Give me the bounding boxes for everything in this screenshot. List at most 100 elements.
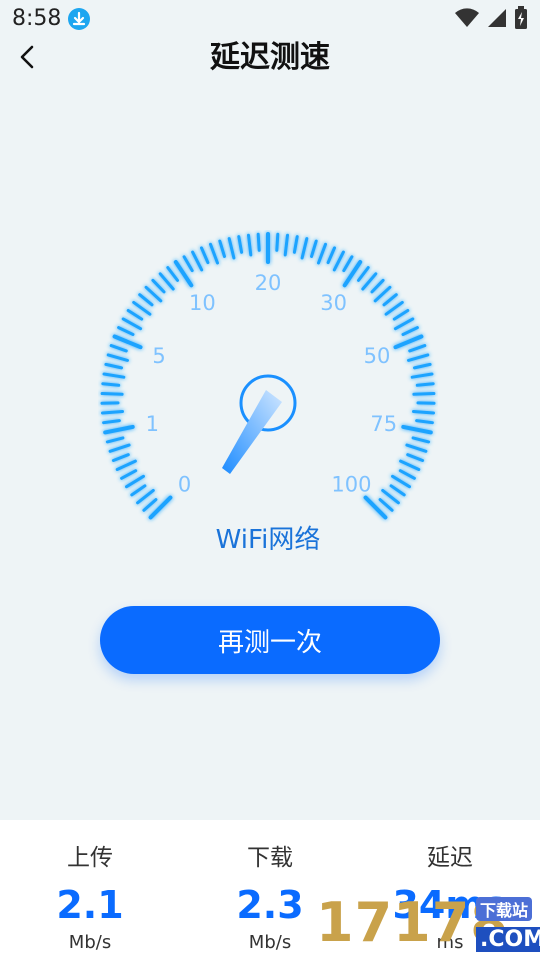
battery-icon xyxy=(514,6,528,34)
cell-signal-icon xyxy=(486,7,508,33)
gauge-tick xyxy=(393,334,424,350)
gauge-tick-label: 30 xyxy=(320,291,347,315)
gauge-tick xyxy=(317,242,327,265)
gauge-tick xyxy=(326,246,336,265)
gauge-tick xyxy=(373,285,392,303)
download-stat: 下载 2.3 Mb/s xyxy=(180,820,360,953)
gauge-needle xyxy=(222,390,282,474)
gauge-tick xyxy=(401,326,419,336)
download-icon xyxy=(68,8,90,30)
page-title: 延迟测速 xyxy=(210,40,330,75)
gauge-tick xyxy=(227,237,236,260)
gauge-tick xyxy=(144,285,163,303)
gauge-tick xyxy=(411,436,431,444)
gauge-tick xyxy=(108,443,131,453)
gauge-tick-label: 50 xyxy=(364,344,391,368)
gauge-tick xyxy=(105,436,125,444)
gauge-tick xyxy=(415,382,435,387)
gauge-tick xyxy=(209,242,219,265)
upload-unit: Mb/s xyxy=(68,932,112,953)
gauge-tick xyxy=(392,309,410,321)
gauge-tick xyxy=(191,250,204,272)
gauge-tick xyxy=(102,372,126,379)
gauge-tick xyxy=(412,392,436,396)
gauge-tick-label: 100 xyxy=(331,472,371,496)
gauge-tick xyxy=(310,239,318,258)
gauge-tick xyxy=(401,424,433,435)
gauge-tick xyxy=(115,459,137,471)
gauge-tick xyxy=(412,410,435,415)
gauge-tick xyxy=(407,353,430,362)
latency-unit: ms xyxy=(436,932,464,953)
stats-panel: 上传 2.1 Mb/s 下载 2.3 Mb/s 延迟 34ms ms xyxy=(0,820,540,960)
retest-button[interactable]: 再测一次 xyxy=(100,606,440,674)
gauge-tick-labels: 0 1 5 10 20 30 50 75 100 xyxy=(146,271,397,496)
gauge-tick xyxy=(151,278,166,294)
gauge-tick xyxy=(391,474,411,489)
gauge-tick xyxy=(102,419,121,425)
gauge-graphic: 0 1 5 10 20 30 50 75 100 WiFi网络 xyxy=(100,232,436,555)
gauge-tick xyxy=(300,237,309,260)
gauge-tick xyxy=(126,309,144,321)
gauge-tick xyxy=(378,498,394,512)
gauge-tick xyxy=(292,235,299,254)
upload-label: 上传 xyxy=(67,845,113,871)
gauge-tick xyxy=(382,293,398,307)
gauge-tick xyxy=(120,469,138,480)
gauge-tick xyxy=(142,498,158,512)
gauge-tick xyxy=(101,410,124,415)
gauge-tick xyxy=(399,459,421,471)
gauge-tick xyxy=(111,453,130,462)
download-value: 2.3 xyxy=(236,883,304,927)
gauge-tick xyxy=(405,443,428,453)
gauge-tick xyxy=(389,484,406,497)
gauge-tick xyxy=(247,233,253,257)
gauge-tick xyxy=(125,474,145,489)
download-unit: Mb/s xyxy=(248,932,292,953)
gauge-tick xyxy=(104,362,123,370)
gauge-tick xyxy=(103,424,135,435)
wifi-icon xyxy=(454,7,480,33)
gauge-tick xyxy=(237,235,244,254)
gauge-tick-label: 75 xyxy=(370,412,397,436)
status-time: 8:58 xyxy=(12,6,62,31)
gauge-tick xyxy=(182,255,194,273)
gauge-tick xyxy=(332,250,345,272)
gauge-tick xyxy=(117,326,135,336)
app-header: 延迟测速 xyxy=(0,38,540,82)
gauge-tick xyxy=(112,334,143,350)
gauge-tick-label: 5 xyxy=(152,344,165,368)
gauge-tick-label: 10 xyxy=(189,291,216,315)
gauge-tick xyxy=(256,232,261,252)
network-type-label: WiFi网络 xyxy=(216,525,321,555)
gauge-tick xyxy=(370,278,385,294)
gauge-tick xyxy=(408,344,427,353)
gauge-tick xyxy=(130,484,147,497)
speed-gauge: 0 1 5 10 20 30 50 75 100 WiFi网络 xyxy=(98,230,438,570)
gauge-tick xyxy=(136,488,155,505)
gauge-tick xyxy=(101,382,121,387)
latency-stat: 延迟 34ms ms xyxy=(360,820,540,953)
upload-value: 2.1 xyxy=(56,883,124,927)
gauge-tick xyxy=(342,255,354,273)
gauge-tick xyxy=(138,293,154,307)
gauge-tick xyxy=(100,392,124,396)
gauge-tick xyxy=(121,317,143,331)
status-bar: 8:58 xyxy=(0,0,540,38)
gauge-tick xyxy=(384,300,404,316)
gauge-tick xyxy=(283,233,289,257)
gauge-tick xyxy=(413,362,432,370)
status-icons xyxy=(454,6,528,34)
gauge-tick xyxy=(275,232,280,252)
gauge-tick xyxy=(393,317,415,331)
gauge-tick xyxy=(109,344,128,353)
gauge-tick-label: 0 xyxy=(178,472,191,496)
gauge-tick xyxy=(381,488,400,505)
gauge-tick xyxy=(415,419,434,425)
gauge-tick-label: 1 xyxy=(146,412,159,436)
download-label: 下载 xyxy=(247,845,293,871)
gauge-tick xyxy=(398,469,416,480)
gauge-tick xyxy=(410,372,434,379)
latency-label: 延迟 xyxy=(427,845,473,871)
gauge-tick xyxy=(132,300,152,316)
